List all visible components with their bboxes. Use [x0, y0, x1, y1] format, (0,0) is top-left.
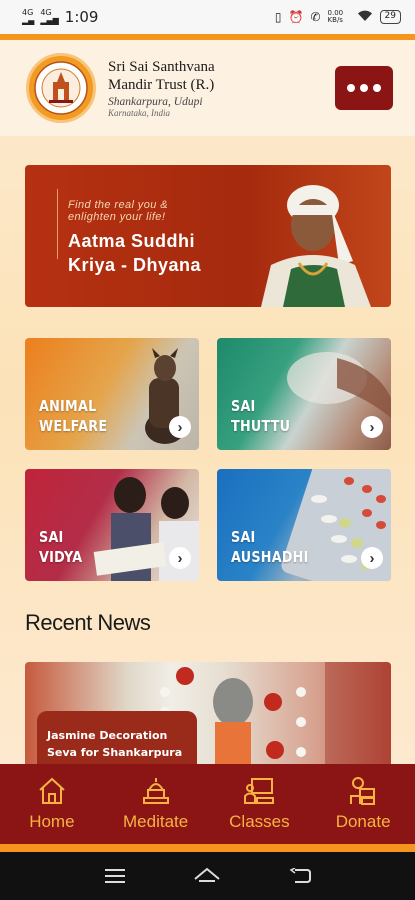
bottom-accent-line — [0, 844, 415, 852]
nav-meditate[interactable]: Meditate — [104, 764, 208, 844]
trust-state: Karnataka, India — [108, 108, 170, 118]
home-icon — [39, 777, 65, 804]
nav-donate-label: Donate — [335, 812, 391, 831]
recents-menu-icon[interactable] — [104, 868, 126, 884]
guru-photo — [261, 185, 371, 307]
temple-icon — [142, 778, 169, 804]
banner-title: Aatma Suddhi Kriya - Dhyana — [68, 231, 202, 275]
classes-icon — [244, 778, 275, 804]
tile-sai-vidya[interactable]: Sai Vidya › — [25, 469, 199, 581]
clock: 1:09 — [64, 8, 99, 26]
net-speed: 0.00 KB/s — [327, 9, 344, 24]
donate-icon — [350, 777, 376, 805]
signal-indicator-left: 4G ▂▄ — [22, 8, 35, 25]
more-dots-icon — [347, 84, 355, 92]
trust-name-block: Sri Sai Santhvana Mandir Trust (R.) Shan… — [108, 58, 335, 118]
trust-location: Shankarpura, Udupi — [108, 96, 203, 108]
nav-home[interactable]: Home — [0, 764, 104, 844]
main-content: Find the real you & enlighten your life!… — [0, 136, 415, 764]
battery-icon: 29 — [379, 10, 401, 24]
banner-divider — [57, 189, 58, 259]
banner-tagline: Find the real you & enlighten your life! — [68, 199, 168, 223]
chevron-right-icon[interactable]: › — [361, 547, 383, 569]
nav-home-label: Home — [29, 812, 75, 831]
system-navigation-bar — [0, 852, 415, 900]
meditation-banner[interactable]: Find the real you & enlighten your life!… — [25, 165, 391, 307]
home-system-icon[interactable] — [193, 867, 221, 885]
trust-name-line2: Mandir Trust (R.) — [108, 77, 215, 93]
more-menu-button[interactable] — [335, 66, 393, 110]
signal-indicator-right: 4G ▂▄▆ — [40, 8, 59, 25]
tile-label-sai-vidya: Sai Vidya — [39, 528, 83, 566]
tile-animal-welfare[interactable]: Animal Welfare › — [25, 338, 199, 450]
chevron-right-icon[interactable]: › — [169, 547, 191, 569]
tile-sai-thuttu[interactable]: Sai Thuttu › — [217, 338, 391, 450]
back-icon[interactable] — [289, 868, 312, 884]
nav-classes[interactable]: Classes — [208, 764, 312, 844]
app-header: Sri Sai Santhvana Mandir Trust (R.) Shan… — [0, 40, 415, 136]
trust-name-line1: Sri Sai Santhvana — [108, 59, 215, 75]
trust-logo — [26, 53, 96, 123]
nav-donate[interactable]: Donate — [311, 764, 415, 844]
recent-news-heading: Recent News — [25, 610, 151, 635]
nav-meditate-label: Meditate — [123, 812, 189, 831]
tile-label-sai-thuttu: Sai Thuttu — [231, 397, 291, 435]
wifi-icon — [357, 10, 373, 25]
nav-classes-label: Classes — [229, 812, 290, 831]
news-caption: Jasmine Decoration Seva for Shankarpura — [37, 711, 197, 764]
news-card[interactable]: Jasmine Decoration Seva for Shankarpura — [25, 662, 391, 764]
call-icon: ✆ — [310, 10, 321, 24]
vibrate-icon: ▯ — [274, 10, 282, 24]
tile-sai-aushadhi[interactable]: Sai Aushadhi › — [217, 469, 391, 581]
tile-label-sai-aushadhi: Sai Aushadhi — [231, 528, 309, 566]
chevron-right-icon[interactable]: › — [361, 416, 383, 438]
chevron-right-icon[interactable]: › — [169, 416, 191, 438]
alarm-icon: ⏰ — [288, 10, 304, 24]
bottom-navigation: Home Meditate Classes Donate — [0, 764, 415, 844]
status-bar: 4G ▂▄ 4G ▂▄▆ 1:09 ▯ ⏰ ✆ 0.00 KB/s 29 — [0, 0, 415, 34]
tile-label-animal-welfare: Animal Welfare — [39, 397, 108, 435]
